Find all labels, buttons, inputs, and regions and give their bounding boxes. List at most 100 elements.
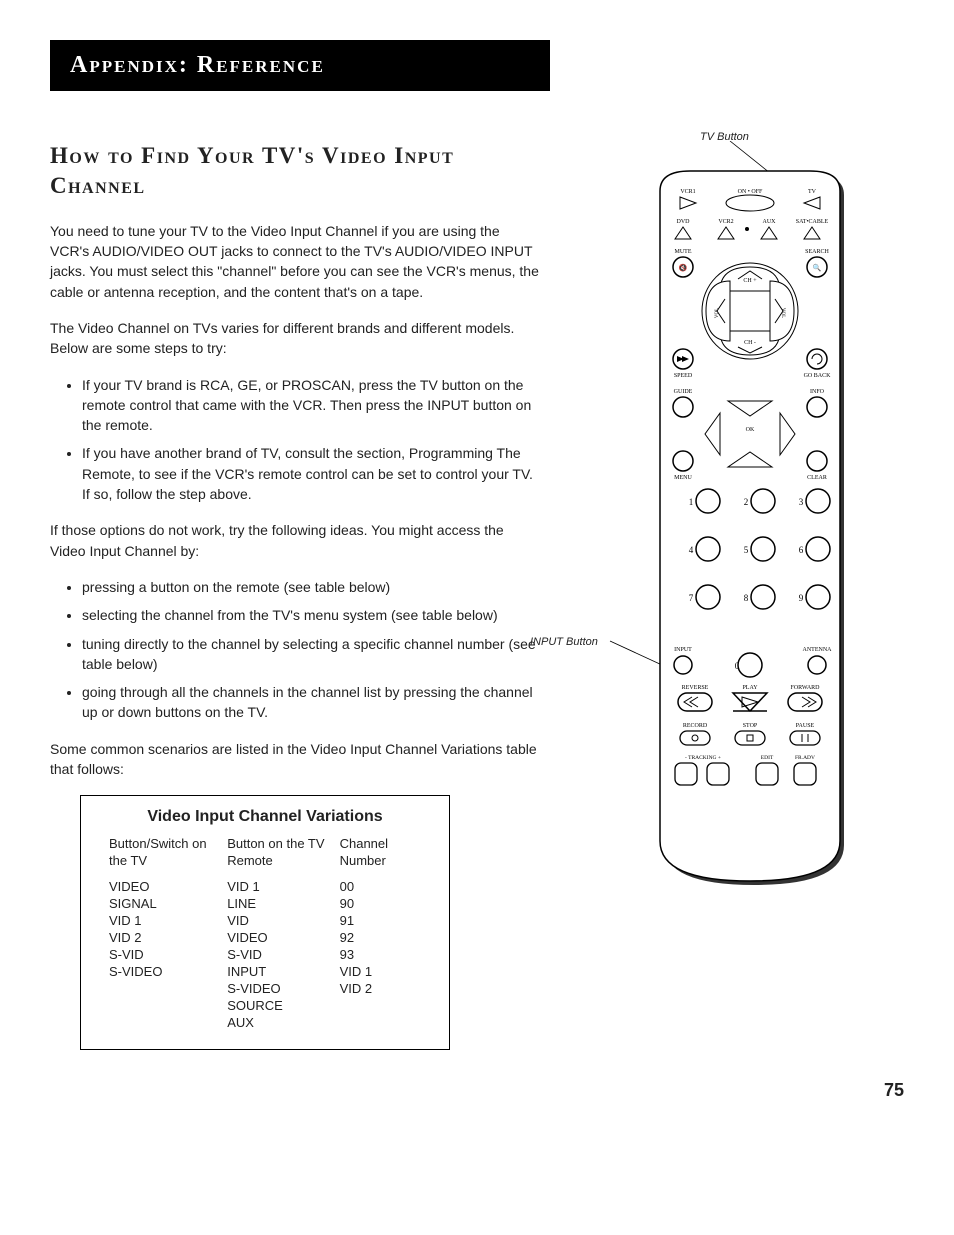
label-clear: CLEAR bbox=[807, 475, 827, 481]
label-ok: OK bbox=[746, 427, 755, 433]
label-menu: MENU bbox=[674, 475, 692, 481]
numpad-label-8: 8 bbox=[744, 593, 749, 603]
table-cell bbox=[109, 1014, 227, 1031]
label-tracking: - TRACKING + bbox=[685, 755, 721, 761]
list-item: If your TV brand is RCA, GE, or PROSCAN,… bbox=[82, 375, 540, 436]
numpad-label-4: 4 bbox=[689, 545, 694, 555]
label-ch-plus: CH + bbox=[743, 278, 757, 284]
label-record: RECORD bbox=[683, 723, 708, 729]
numpad-label-5: 5 bbox=[744, 545, 749, 555]
numpad-button-9 bbox=[806, 585, 830, 609]
table-cell: S-VIDEO bbox=[227, 980, 339, 997]
numpad-label-6: 6 bbox=[799, 545, 804, 555]
right-column: TV Button INPUT Button VCR1 ON • OFF TV … bbox=[580, 141, 860, 1050]
label-on-off: ON • OFF bbox=[738, 189, 763, 195]
label-stop: STOP bbox=[743, 723, 758, 729]
paragraph-2: The Video Channel on TVs varies for diff… bbox=[50, 318, 540, 359]
table-row: AUX bbox=[109, 1014, 421, 1031]
numpad-button-4 bbox=[696, 537, 720, 561]
bullet-list-1: If your TV brand is RCA, GE, or PROSCAN,… bbox=[50, 375, 540, 505]
label-search: SEARCH bbox=[805, 249, 829, 255]
label-mute: MUTE bbox=[675, 249, 692, 255]
table-cell: S-VID bbox=[227, 946, 339, 963]
numpad-label-3: 3 bbox=[799, 497, 804, 507]
numpad-button-7 bbox=[696, 585, 720, 609]
label-edit: EDIT bbox=[761, 755, 774, 761]
paragraph-3: If those options do not work, try the fo… bbox=[50, 520, 540, 561]
table-row: VID 1VID91 bbox=[109, 912, 421, 929]
table-header-row: Button/Switch on the TV Button on the TV… bbox=[109, 834, 421, 878]
numpad-label-2: 2 bbox=[744, 497, 749, 507]
table-row: SOURCE bbox=[109, 997, 421, 1014]
numpad-button-3 bbox=[806, 489, 830, 513]
page-number: 75 bbox=[50, 1080, 904, 1101]
table-cell bbox=[109, 997, 227, 1014]
table-cell: VID 1 bbox=[227, 878, 339, 895]
table-header: Button on the TV Remote bbox=[227, 834, 339, 878]
remote-control-diagram: VCR1 ON • OFF TV DVD VCR2 AUX SAT•CABLE … bbox=[580, 141, 860, 901]
table-cell: S-VIDEO bbox=[109, 963, 227, 980]
label-input: INPUT bbox=[674, 647, 692, 653]
label-vcr2: VCR2 bbox=[718, 219, 733, 225]
main-content: How to Find Your TV's Video Input Channe… bbox=[50, 141, 904, 1050]
variations-table-container: Video Input Channel Variations Button/Sw… bbox=[80, 795, 450, 1050]
table-cell: 93 bbox=[340, 946, 421, 963]
paragraph-4: Some common scenarios are listed in the … bbox=[50, 739, 540, 780]
label-forward: FORWARD bbox=[790, 685, 820, 691]
table-row: S-VIDS-VID93 bbox=[109, 946, 421, 963]
table-cell bbox=[340, 997, 421, 1014]
table-cell: VID 2 bbox=[109, 929, 227, 946]
left-column: How to Find Your TV's Video Input Channe… bbox=[50, 141, 540, 1050]
callout-input-button: INPUT Button bbox=[530, 636, 598, 648]
section-title: How to Find Your TV's Video Input Channe… bbox=[50, 141, 540, 201]
label-reverse: REVERSE bbox=[682, 685, 709, 691]
table-cell: VID 1 bbox=[109, 912, 227, 929]
table-title: Video Input Channel Variations bbox=[109, 808, 421, 826]
table-cell: VID bbox=[227, 912, 339, 929]
table-cell: 91 bbox=[340, 912, 421, 929]
label-guide: GUIDE bbox=[674, 389, 693, 395]
table-cell: S-VID bbox=[109, 946, 227, 963]
label-go-back: GO BACK bbox=[804, 373, 832, 379]
table-cell: 00 bbox=[340, 878, 421, 895]
label-speed: SPEED bbox=[674, 373, 693, 379]
list-item: going through all the channels in the ch… bbox=[82, 682, 540, 723]
numpad-button-2 bbox=[751, 489, 775, 513]
table-cell bbox=[109, 980, 227, 997]
table-header: Channel Number bbox=[340, 834, 421, 878]
label-vcr1: VCR1 bbox=[680, 189, 695, 195]
table-row: VIDEOVID 100 bbox=[109, 878, 421, 895]
numpad-label-7: 7 bbox=[689, 593, 694, 603]
svg-text:🔇: 🔇 bbox=[679, 263, 688, 272]
table-cell: INPUT bbox=[227, 963, 339, 980]
label-fradv: FR.ADV bbox=[795, 755, 815, 761]
table-row: S-VIDEOVID 2 bbox=[109, 980, 421, 997]
table-cell: VIDEO bbox=[227, 929, 339, 946]
table-row: SIGNALLINE90 bbox=[109, 895, 421, 912]
table-cell: VIDEO bbox=[109, 878, 227, 895]
table-cell: VID 2 bbox=[340, 980, 421, 997]
table-cell: VID 1 bbox=[340, 963, 421, 980]
label-aux: AUX bbox=[763, 219, 777, 225]
numpad-button-1 bbox=[696, 489, 720, 513]
table-cell: LINE bbox=[227, 895, 339, 912]
table-row: S-VIDEOINPUTVID 1 bbox=[109, 963, 421, 980]
label-play: PLAY bbox=[742, 685, 758, 691]
table-cell bbox=[340, 1014, 421, 1031]
numpad-button-6 bbox=[806, 537, 830, 561]
label-sat-cable: SAT•CABLE bbox=[796, 219, 829, 225]
label-pause: PAUSE bbox=[796, 723, 815, 729]
table-row: VID 2VIDEO92 bbox=[109, 929, 421, 946]
list-item: selecting the channel from the TV's menu… bbox=[82, 605, 540, 625]
numpad-label-1: 1 bbox=[689, 497, 694, 507]
numpad-button-5 bbox=[751, 537, 775, 561]
table-cell: 90 bbox=[340, 895, 421, 912]
paragraph-1: You need to tune your TV to the Video In… bbox=[50, 221, 540, 302]
variations-table: Button/Switch on the TV Button on the TV… bbox=[109, 834, 421, 1031]
bullet-list-2: pressing a button on the remote (see tab… bbox=[50, 577, 540, 723]
table-cell: SOURCE bbox=[227, 997, 339, 1014]
page-header-bar: Appendix: Reference bbox=[50, 40, 550, 91]
label-antenna: ANTENNA bbox=[803, 647, 833, 653]
label-dvd: DVD bbox=[677, 219, 691, 225]
table-cell: 92 bbox=[340, 929, 421, 946]
